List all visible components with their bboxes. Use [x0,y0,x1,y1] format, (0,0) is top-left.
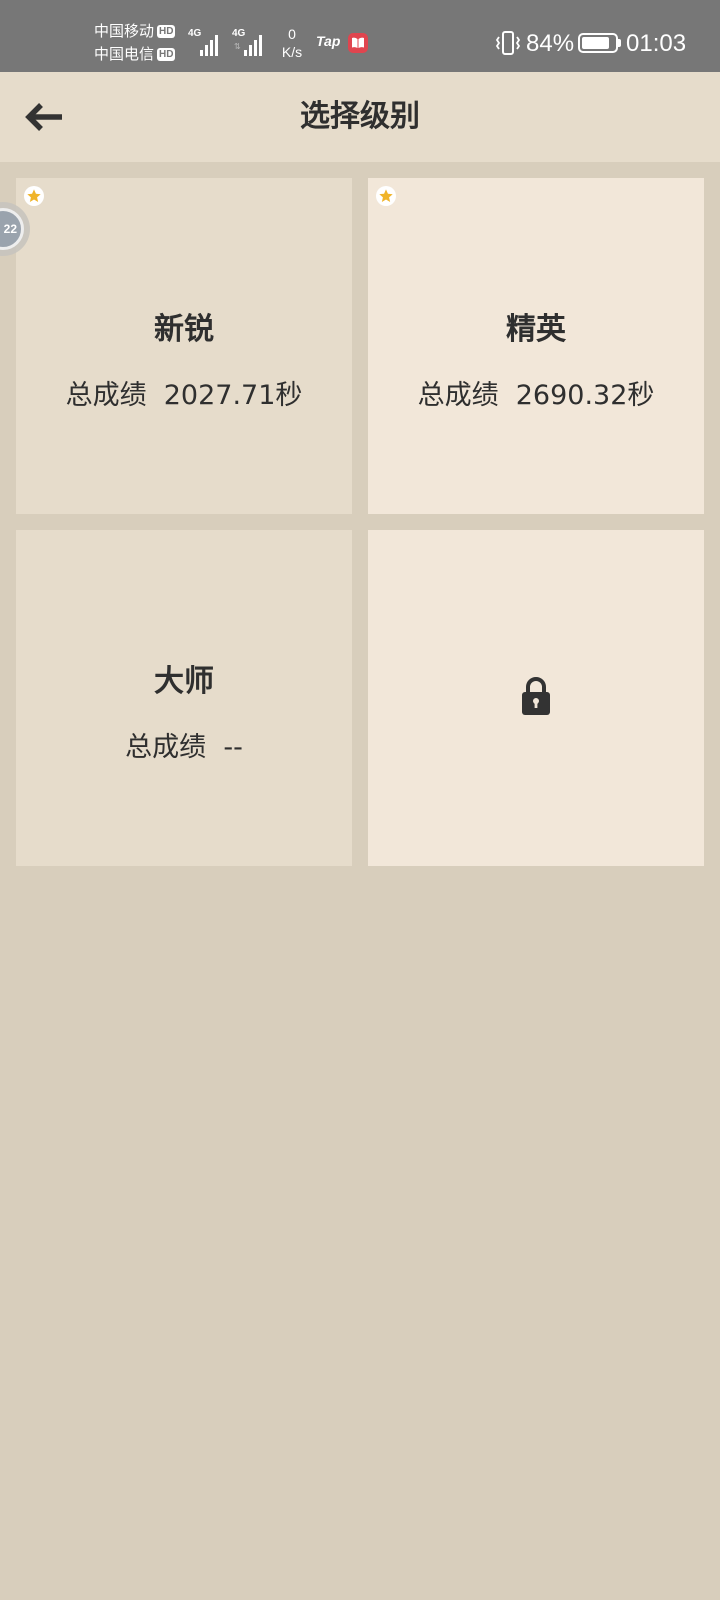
carrier-2-name: 中国电信 [94,45,155,63]
level-score: 总成绩 -- [16,730,352,766]
level-score: 总成绩 2027.71秒 [16,378,352,414]
carrier-line-2: 中国电信 HD [94,43,186,66]
level-score: 总成绩 2690.32秒 [368,378,704,414]
star-icon [376,186,396,206]
carrier-line-1: 中国移动 HD [94,20,186,43]
lock-icon [522,677,550,715]
network-speed-unit: K/s [281,44,303,60]
score-value: 2690.32秒 [515,380,655,411]
data-arrows-icon: ⇅ [234,42,241,51]
battery-icon [578,33,618,53]
score-label: 总成绩 [65,380,147,411]
network-speed: 0 K/s [276,25,308,61]
status-bar: 中国移动 HD 中国电信 HD 4G 4G ⇅ 0 K/s Tap 84% 01… [0,0,720,72]
score-value: 2027.71秒 [163,380,303,411]
vibrate-icon [494,30,522,56]
battery-percent: 84% [526,30,575,57]
arrow-left-icon [25,103,62,131]
floating-ball-label: 22 [0,208,24,250]
level-card-master[interactable]: 大师 总成绩 -- [16,530,352,866]
signal-icon: 4G [188,28,228,56]
hd-badge: HD [157,25,176,38]
score-value: -- [223,732,243,763]
level-card-elite[interactable]: 精英 总成绩 2690.32秒 [368,178,704,514]
carrier-1-name: 中国移动 [94,22,155,40]
signal-icon: 4G ⇅ [232,28,272,56]
score-label: 总成绩 [417,380,499,411]
back-button[interactable] [14,90,76,144]
score-label: 总成绩 [125,732,207,763]
carrier-info: 中国移动 HD 中国电信 HD [94,20,186,66]
header-bar: 选择级别 [0,72,720,162]
clock: 01:03 [626,30,687,57]
level-card-rookie[interactable]: 新锐 总成绩 2027.71秒 [16,178,352,514]
battery-tip [618,39,621,47]
level-name: 新锐 [154,312,214,347]
battery-fill [582,37,609,49]
level-name: 精英 [506,312,566,347]
network-speed-value: 0 [288,26,296,42]
book-app-icon [348,33,368,53]
signal-bars [244,32,262,56]
hd-badge: HD [157,48,176,61]
level-name: 大师 [154,664,214,699]
page-title: 选择级别 [300,99,420,134]
signal-bars [200,32,218,56]
taptap-notification-icon: Tap [316,33,341,49]
level-card-locked[interactable] [368,530,704,866]
star-icon [24,186,44,206]
